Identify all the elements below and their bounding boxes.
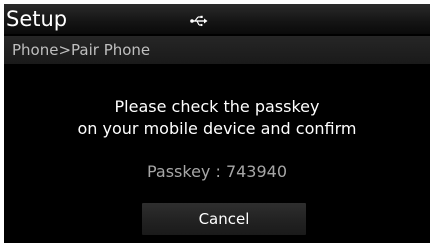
breadcrumb: Phone>Pair Phone	[12, 41, 151, 59]
message-line-2: on your mobile device and confirm	[77, 119, 357, 138]
usb-icon	[190, 12, 208, 27]
passkey-message: Please check the passkey on your mobile …	[4, 96, 430, 140]
page-title: Setup	[6, 7, 68, 31]
breadcrumb-bar: Phone>Pair Phone	[4, 36, 430, 64]
message-line-1: Please check the passkey	[114, 97, 320, 116]
cancel-button-label: Cancel	[198, 210, 250, 228]
cancel-button[interactable]: Cancel	[142, 203, 306, 235]
header-bar: Setup	[4, 4, 430, 34]
passkey-value: Passkey : 743940	[146, 162, 288, 181]
setup-screen: Setup Phone>Pair Phone Please check the …	[4, 4, 430, 243]
